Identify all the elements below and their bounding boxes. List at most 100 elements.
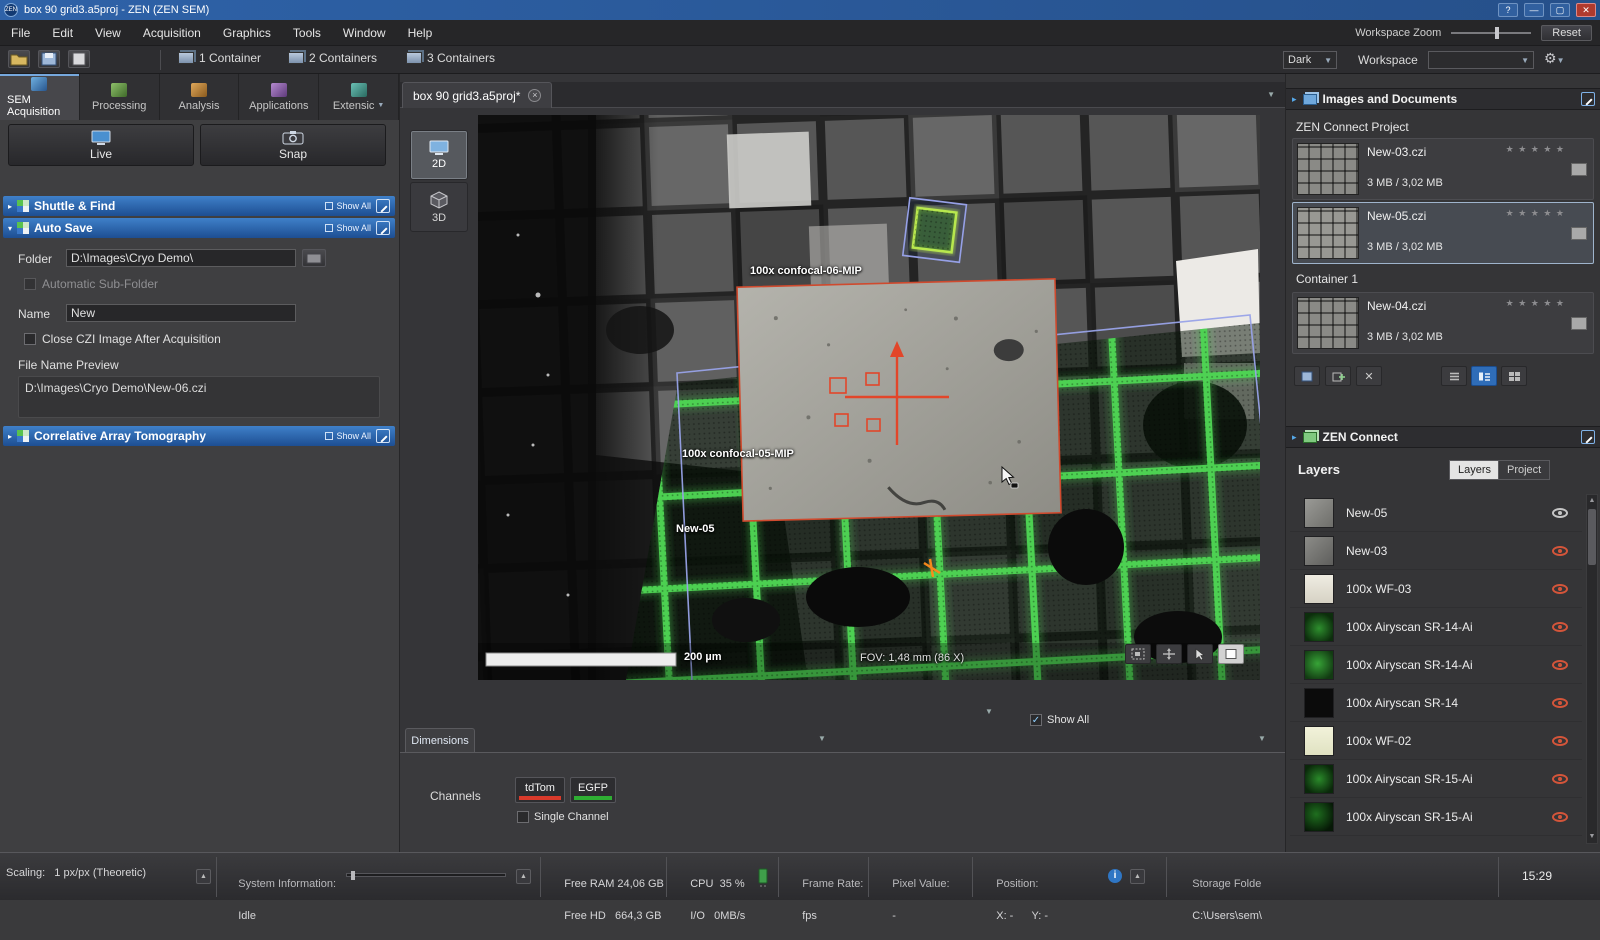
menu-window[interactable]: Window <box>332 20 397 45</box>
live-button[interactable]: Live <box>8 124 194 166</box>
images-documents-edit-icon[interactable] <box>1581 92 1595 106</box>
menu-help[interactable]: Help <box>397 20 444 45</box>
menu-file[interactable]: File <box>0 20 41 45</box>
visibility-eye-icon[interactable] <box>1552 546 1568 556</box>
view-3d-button[interactable]: 3D <box>410 182 468 232</box>
tab-layers[interactable]: Layers <box>1449 460 1500 480</box>
document-tab[interactable]: box 90 grid3.a5proj* × <box>402 82 552 108</box>
correlative-section-header[interactable]: ▸ Correlative Array Tomography Show All <box>3 426 395 446</box>
single-channel-checkbox[interactable]: Single Channel <box>517 811 609 823</box>
item-lut-button[interactable] <box>1571 317 1587 330</box>
dimensions-chevron-icon[interactable]: ▼ <box>818 734 826 743</box>
detail-view-button[interactable] <box>1471 366 1497 386</box>
save-icon[interactable] <box>38 50 60 68</box>
scroll-down-icon[interactable]: ▼ <box>1587 831 1597 843</box>
viewer-options-chevron-icon[interactable]: ▼ <box>985 707 993 716</box>
workspace-zoom-reset-button[interactable]: Reset <box>1541 25 1592 41</box>
status-expand-button[interactable]: ▲ <box>1130 869 1145 884</box>
visibility-eye-icon[interactable] <box>1552 774 1568 784</box>
workspace-select[interactable]: ▼ <box>1428 51 1534 69</box>
item-lut-button[interactable] <box>1571 227 1587 240</box>
menu-tools[interactable]: Tools <box>282 20 332 45</box>
zen-connect-edit-icon[interactable] <box>1581 430 1595 444</box>
tile-view-button[interactable] <box>1125 644 1151 664</box>
layer-row-wf-03[interactable]: 100x WF-03 <box>1290 570 1582 608</box>
collapse-chevron-icon[interactable]: ▸ <box>1292 432 1297 443</box>
layer-row-airyscan-15b[interactable]: 100x Airyscan SR-15-Ai <box>1290 798 1582 836</box>
visibility-eye-icon[interactable] <box>1552 660 1568 670</box>
workspace-settings-gear-icon[interactable]: ⚙▼ <box>1544 50 1564 67</box>
collapse-chevron-icon[interactable]: ▸ <box>1292 94 1297 105</box>
rating-stars[interactable]: ★ ★ ★ ★ ★ <box>1506 208 1565 219</box>
correlative-show-all[interactable]: Show All <box>325 431 371 441</box>
fit-view-button[interactable] <box>1218 644 1244 664</box>
slider-handle[interactable] <box>1495 27 1499 39</box>
save-document-button[interactable] <box>1294 366 1320 386</box>
tab-processing[interactable]: Processing <box>80 74 160 120</box>
two-containers-button[interactable]: 2 Containers <box>282 49 383 67</box>
shuttle-find-section-header[interactable]: ▸ Shuttle & Find Show All <box>3 196 395 216</box>
one-container-button[interactable]: 1 Container <box>172 49 267 67</box>
auto-save-edit-icon[interactable] <box>376 221 390 235</box>
new-document-icon[interactable] <box>68 50 90 68</box>
layer-row-wf-02[interactable]: 100x WF-02 <box>1290 722 1582 760</box>
pan-tool-button[interactable] <box>1156 644 1182 664</box>
images-documents-header[interactable]: ▸ Images and Documents <box>1286 88 1600 110</box>
browse-folder-button[interactable] <box>302 249 326 267</box>
name-input[interactable] <box>66 304 296 322</box>
auto-save-show-all[interactable]: Show All <box>325 223 371 233</box>
close-button[interactable]: ✕ <box>1576 3 1596 17</box>
menu-graphics[interactable]: Graphics <box>212 20 282 45</box>
open-file-icon[interactable] <box>8 50 30 68</box>
thumbnail-view-button[interactable] <box>1501 366 1527 386</box>
collapse-chevron-icon[interactable]: ▸ <box>8 432 12 441</box>
layer-row-new-05[interactable]: New-05 <box>1290 494 1582 532</box>
tab-list-chevron-icon[interactable]: ▼ <box>1267 90 1275 99</box>
tab-project[interactable]: Project <box>1498 460 1550 480</box>
layer-row-airyscan-15a[interactable]: 100x Airyscan SR-15-Ai <box>1290 760 1582 798</box>
tab-analysis[interactable]: Analysis <box>160 74 240 120</box>
layers-scrollbar[interactable]: ▲ ▼ <box>1586 494 1598 844</box>
workspace-zoom-slider[interactable] <box>1451 26 1531 40</box>
shuttle-find-show-all[interactable]: Show All <box>325 201 371 211</box>
visibility-eye-icon[interactable] <box>1552 698 1568 708</box>
info-icon[interactable]: i <box>1108 869 1122 883</box>
pointer-tool-button[interactable] <box>1187 644 1213 664</box>
image-viewer-canvas[interactable]: 100x confocal-06-MIP 100x confocal-05-MI… <box>478 115 1260 680</box>
menu-acquisition[interactable]: Acquisition <box>132 20 212 45</box>
zen-connect-header[interactable]: ▸ ZEN Connect <box>1286 426 1600 448</box>
layer-row-airyscan-14[interactable]: 100x Airyscan SR-14 <box>1290 684 1582 722</box>
visibility-eye-icon[interactable] <box>1552 508 1568 518</box>
visibility-eye-icon[interactable] <box>1552 812 1568 822</box>
scroll-up-icon[interactable]: ▲ <box>1587 495 1597 507</box>
menu-view[interactable]: View <box>84 20 132 45</box>
visibility-eye-icon[interactable] <box>1552 622 1568 632</box>
maximize-button[interactable]: ▢ <box>1550 3 1570 17</box>
visibility-eye-icon[interactable] <box>1552 736 1568 746</box>
minimize-button[interactable]: — <box>1524 3 1544 17</box>
tab-applications[interactable]: Applications <box>239 74 319 120</box>
tab-sem-acquisition[interactable]: SEM Acquisition <box>0 74 80 120</box>
rating-stars[interactable]: ★ ★ ★ ★ ★ <box>1506 298 1565 309</box>
image-item-new-05[interactable]: New-05.czi ★ ★ ★ ★ ★ 3 MB / 3,02 MB <box>1292 202 1594 264</box>
folder-input[interactable] <box>66 249 296 267</box>
list-view-button[interactable] <box>1441 366 1467 386</box>
menu-edit[interactable]: Edit <box>41 20 84 45</box>
panel-chevron-icon[interactable]: ▼ <box>1258 734 1266 743</box>
auto-save-section-header[interactable]: ▾ Auto Save Show All <box>3 218 395 238</box>
progress-slider[interactable] <box>346 873 506 877</box>
tab-dimensions[interactable]: Dimensions <box>405 728 475 753</box>
viewer-show-all-checkbox[interactable]: ✓Show All <box>1030 714 1089 726</box>
tab-extensions[interactable]: Extensic▼ <box>319 74 399 120</box>
theme-select[interactable]: Dark▼ <box>1283 51 1337 69</box>
channel-tdtom-button[interactable]: tdTom <box>515 777 565 803</box>
add-container-button[interactable] <box>1325 366 1351 386</box>
image-item-new-04[interactable]: New-04.czi ★ ★ ★ ★ ★ 3 MB / 3,02 MB <box>1292 292 1594 354</box>
view-2d-button[interactable]: 2D <box>410 130 468 180</box>
correlative-edit-icon[interactable] <box>376 429 390 443</box>
document-tab-close-icon[interactable]: × <box>528 89 541 102</box>
shuttle-find-edit-icon[interactable] <box>376 199 390 213</box>
help-button[interactable]: ? <box>1498 3 1518 17</box>
layer-row-new-03[interactable]: New-03 <box>1290 532 1582 570</box>
collapse-chevron-icon[interactable]: ▾ <box>8 224 12 233</box>
